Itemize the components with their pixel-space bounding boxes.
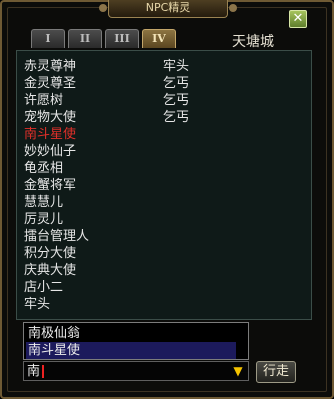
npc-item[interactable]: 厉灵儿 (24, 211, 63, 228)
npc-item[interactable]: 牢头 (24, 296, 50, 313)
window-title: NPC精灵 (99, 0, 237, 18)
npc-item[interactable]: 牢头 (163, 58, 189, 75)
tab-3[interactable]: III (105, 29, 139, 48)
npc-item[interactable]: 乞丐 (163, 75, 189, 92)
autocomplete-dropdown: 南极仙翁 南斗星使 (23, 322, 249, 360)
input-value: 南 (27, 364, 41, 379)
npc-item-highlighted[interactable]: 南斗星使 (24, 126, 76, 143)
npc-item[interactable]: 龟丞相 (24, 160, 63, 177)
npc-item[interactable]: 赤灵尊神 (24, 58, 76, 75)
npc-list-panel: 赤灵尊神 金灵尊圣 许愿树 宠物大使 南斗星使 妙妙仙子 龟丞相 金蟹将军 慧慧… (16, 50, 312, 320)
npc-item[interactable]: 积分大使 (24, 245, 76, 262)
text-caret (42, 365, 44, 378)
tab-2[interactable]: II (68, 29, 102, 48)
dropdown-arrow-icon[interactable]: ▼ (230, 363, 246, 379)
npc-item[interactable]: 擂台管理人 (24, 228, 89, 245)
city-name: 天塘城 (232, 34, 274, 50)
npc-item[interactable]: 乞丐 (163, 92, 189, 109)
npc-item[interactable]: 金灵尊圣 (24, 75, 76, 92)
npc-item[interactable]: 金蟹将军 (24, 177, 76, 194)
npc-item[interactable]: 宠物大使 (24, 109, 76, 126)
npc-item[interactable]: 慧慧儿 (24, 194, 63, 211)
npc-item[interactable]: 庆典大使 (24, 262, 76, 279)
npc-item[interactable]: 店小二 (24, 279, 63, 296)
tab-1[interactable]: I (31, 29, 65, 48)
suggestion-item-selected[interactable]: 南斗星使 (26, 342, 236, 359)
npc-search-input[interactable]: 南 ▼ (23, 361, 249, 381)
go-button[interactable]: 行走 (256, 361, 296, 383)
npc-item[interactable]: 许愿树 (24, 92, 63, 109)
npc-item[interactable]: 妙妙仙子 (24, 143, 76, 160)
npc-item[interactable]: 乞丐 (163, 109, 189, 126)
close-button[interactable]: ✕ (289, 10, 307, 28)
suggestion-item[interactable]: 南极仙翁 (28, 325, 80, 342)
tab-4[interactable]: IV (142, 29, 176, 48)
